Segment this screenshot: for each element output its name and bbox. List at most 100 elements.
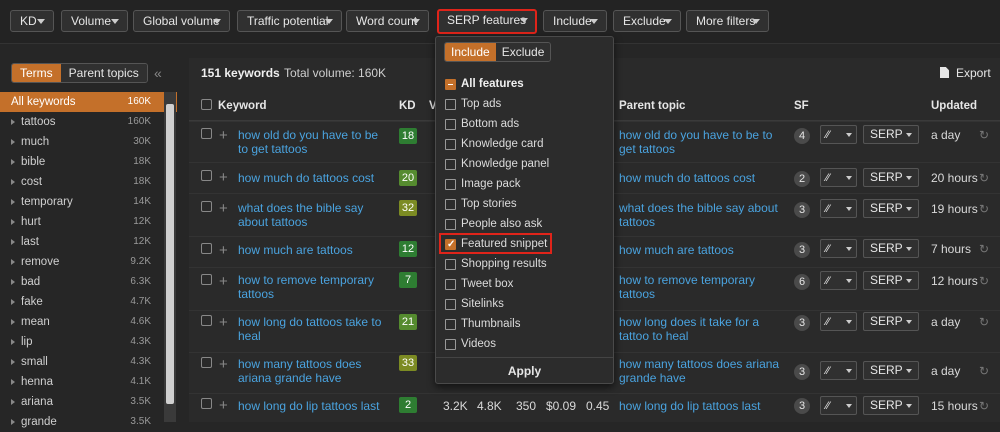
tab-parent-topics[interactable]: Parent topics <box>60 64 147 82</box>
exclude-filter-button[interactable]: Exclude <box>613 10 681 32</box>
sf-count-badge[interactable]: 2 <box>794 171 810 187</box>
expand-arrow-icon[interactable] <box>11 339 15 345</box>
sidebar-item-lip[interactable]: lip 4.3K <box>0 332 177 352</box>
checkbox[interactable] <box>445 219 456 230</box>
row-checkbox[interactable] <box>201 170 212 181</box>
checkbox[interactable] <box>445 179 456 190</box>
serp-button[interactable]: SERP <box>863 125 919 144</box>
sidebar-item-all-keywords[interactable]: All keywords 160K <box>0 92 177 112</box>
collapse-sidebar-icon[interactable]: « <box>154 65 162 81</box>
keyword-column-header[interactable]: Keyword <box>218 100 267 112</box>
sidebar-item-ariana[interactable]: ariana 3.5K <box>0 392 177 412</box>
keyword-link[interactable]: how much are tattoos <box>238 243 388 257</box>
serp-button[interactable]: SERP <box>863 168 919 187</box>
volume-filter-button[interactable]: Volume <box>61 10 128 32</box>
checkbox[interactable] <box>445 199 456 210</box>
parent-topic-column-header[interactable]: Parent topic <box>619 100 685 112</box>
sf-column-header[interactable]: SF <box>794 100 809 112</box>
expand-arrow-icon[interactable] <box>11 279 15 285</box>
sf-count-badge[interactable]: 3 <box>794 315 810 331</box>
partial-checkbox-icon[interactable] <box>445 79 456 90</box>
sidebar-scrollbar-thumb[interactable] <box>166 104 174 404</box>
checkbox[interactable] <box>445 279 456 290</box>
keyword-link[interactable]: how long do lip tattoos last <box>238 399 408 413</box>
parent-topic-link[interactable]: how many tattoos does ariana grande have <box>619 357 784 385</box>
sidebar-item-mean[interactable]: mean 4.6K <box>0 312 177 332</box>
add-to-list-icon[interactable]: + <box>219 201 228 216</box>
kd-filter-button[interactable]: KD <box>10 10 54 32</box>
refresh-icon[interactable]: ↻ <box>979 242 989 256</box>
refresh-icon[interactable]: ↻ <box>979 399 989 413</box>
trend-button[interactable]: ⁄⁄ <box>820 168 857 187</box>
sidebar-item-temporary[interactable]: temporary 14K <box>0 192 177 212</box>
expand-arrow-icon[interactable] <box>11 319 15 325</box>
row-checkbox[interactable] <box>201 128 212 139</box>
refresh-icon[interactable]: ↻ <box>979 128 989 142</box>
expand-arrow-icon[interactable] <box>11 179 15 185</box>
checkbox[interactable] <box>445 259 456 270</box>
keyword-link[interactable]: what does the bible say about tattoos <box>238 201 388 229</box>
checkbox[interactable] <box>445 299 456 310</box>
sf-count-badge[interactable]: 3 <box>794 242 810 258</box>
sidebar-item-cost[interactable]: cost 18K <box>0 172 177 192</box>
sidebar-item-remove[interactable]: remove 9.2K <box>0 252 177 272</box>
expand-arrow-icon[interactable] <box>11 399 15 405</box>
parent-topic-link[interactable]: how long does it take for a tattoo to he… <box>619 315 784 343</box>
add-to-list-icon[interactable]: + <box>219 315 228 330</box>
sf-count-badge[interactable]: 3 <box>794 202 810 218</box>
keyword-link[interactable]: how long do tattoos take to heal <box>238 315 388 343</box>
include-filter-button[interactable]: Include <box>543 10 607 32</box>
export-button[interactable]: Export <box>940 66 991 80</box>
expand-arrow-icon[interactable] <box>11 299 15 305</box>
row-checkbox[interactable] <box>201 201 212 212</box>
keyword-link[interactable]: how to remove temporary tattoos <box>238 273 388 301</box>
global-volume-filter-button[interactable]: Global volume <box>133 10 230 32</box>
select-all-checkbox[interactable] <box>201 99 212 110</box>
row-checkbox[interactable] <box>201 274 212 285</box>
row-checkbox[interactable] <box>201 315 212 326</box>
expand-arrow-icon[interactable] <box>11 139 15 145</box>
sidebar-item-small[interactable]: small 4.3K <box>0 352 177 372</box>
parent-topic-link[interactable]: what does the bible say about tattoos <box>619 201 784 229</box>
parent-topic-link[interactable]: how old do you have to be to get tattoos <box>619 128 784 156</box>
checkbox[interactable] <box>445 139 456 150</box>
trend-button[interactable]: ⁄⁄ <box>820 271 857 290</box>
keyword-link[interactable]: how many tattoos does ariana grande have <box>238 357 388 385</box>
expand-arrow-icon[interactable] <box>11 119 15 125</box>
expand-arrow-icon[interactable] <box>11 239 15 245</box>
expand-arrow-icon[interactable] <box>11 259 15 265</box>
sf-count-badge[interactable]: 3 <box>794 398 810 414</box>
serp-button[interactable]: SERP <box>863 361 919 380</box>
kd-column-header[interactable]: KD <box>399 100 416 112</box>
refresh-icon[interactable]: ↻ <box>979 364 989 378</box>
expand-arrow-icon[interactable] <box>11 219 15 225</box>
refresh-icon[interactable]: ↻ <box>979 274 989 288</box>
sidebar-item-tattoos[interactable]: tattoos 160K <box>0 112 177 132</box>
add-to-list-icon[interactable]: + <box>219 243 228 258</box>
sf-count-badge[interactable]: 6 <box>794 274 810 290</box>
trend-button[interactable]: ⁄⁄ <box>820 125 857 144</box>
checkbox[interactable] <box>445 159 456 170</box>
sidebar-item-fake[interactable]: fake 4.7K <box>0 292 177 312</box>
include-toggle[interactable]: Include <box>445 43 496 61</box>
add-to-list-icon[interactable]: + <box>219 398 228 413</box>
expand-arrow-icon[interactable] <box>11 359 15 365</box>
serp-button[interactable]: SERP <box>863 239 919 258</box>
refresh-icon[interactable]: ↻ <box>979 202 989 216</box>
row-checkbox[interactable] <box>201 357 212 368</box>
row-checkbox[interactable] <box>201 398 212 409</box>
expand-arrow-icon[interactable] <box>11 159 15 165</box>
serp-features-filter-button[interactable]: SERP features <box>437 9 537 34</box>
sidebar-item-hurt[interactable]: hurt 12K <box>0 212 177 232</box>
serp-button[interactable]: SERP <box>863 396 919 415</box>
add-to-list-icon[interactable]: + <box>219 170 228 185</box>
add-to-list-icon[interactable]: + <box>219 274 228 289</box>
checkbox[interactable] <box>445 119 456 130</box>
sidebar-item-henna[interactable]: henna 4.1K <box>0 372 177 392</box>
trend-button[interactable]: ⁄⁄ <box>820 361 857 380</box>
sidebar-item-bad[interactable]: bad 6.3K <box>0 272 177 292</box>
trend-button[interactable]: ⁄⁄ <box>820 239 857 258</box>
refresh-icon[interactable]: ↻ <box>979 315 989 329</box>
checkbox[interactable] <box>445 99 456 110</box>
checkbox[interactable] <box>445 339 456 350</box>
